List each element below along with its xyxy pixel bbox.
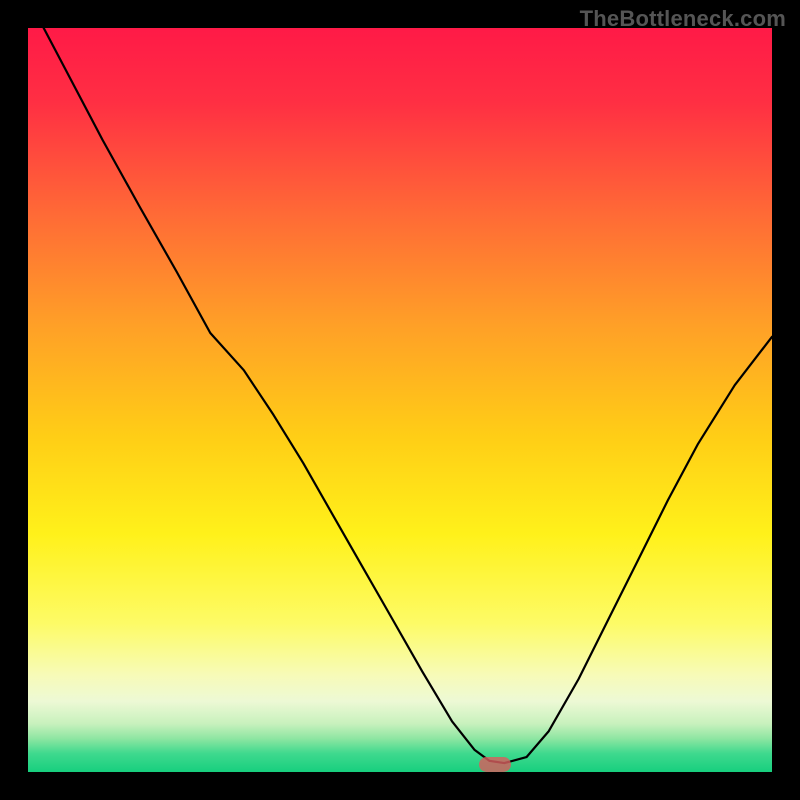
plot-area [28,28,772,772]
bottleneck-curve [28,28,772,772]
optimum-marker [479,757,511,772]
chart-frame: TheBottleneck.com [0,0,800,800]
